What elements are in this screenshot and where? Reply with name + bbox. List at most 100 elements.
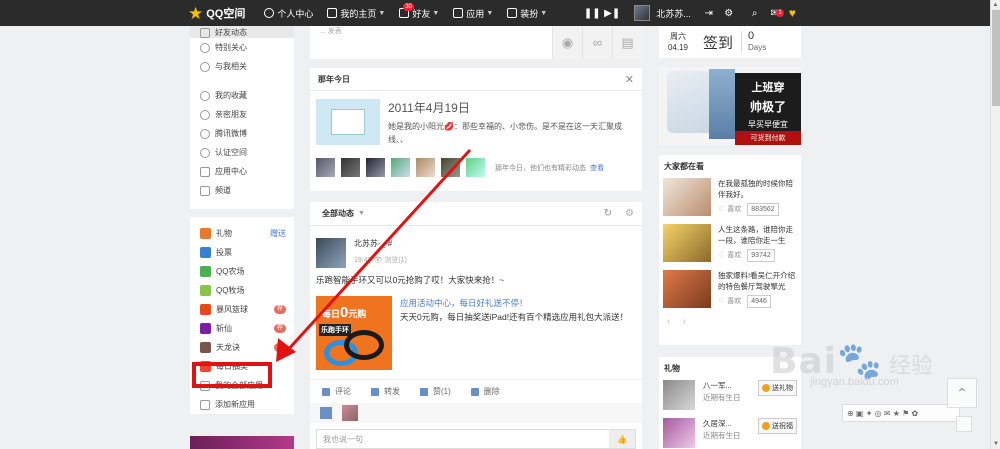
qzone-logo[interactable]: ★ QQ空间 — [188, 0, 245, 26]
heart-icon[interactable]: ♡ — [718, 296, 724, 307]
mail-icon[interactable]: ✉ 1 — [769, 7, 784, 19]
heart-icon[interactable]: ♡ — [718, 250, 724, 261]
page-scrollbar[interactable]: ▲ ▼ — [990, 0, 1000, 449]
feedback-button[interactable] — [956, 416, 972, 432]
popular-thumbnail[interactable] — [663, 224, 711, 262]
note-icon[interactable]: ▤ — [612, 26, 642, 59]
gift-send-link[interactable]: 赠送 — [270, 228, 286, 239]
sidebar-item-zhanxian[interactable]: 斩仙 荐 — [190, 319, 294, 338]
friend-name[interactable]: 久居深... — [703, 418, 741, 430]
post-actions: 评论 转发 赞(1) 删除 — [310, 379, 642, 403]
sidebar-group-main: 好友动态 特别关心 与我相关 我的收藏 亲密朋友 腾讯微博 认证空间 应用中心 … — [190, 26, 294, 209]
sidebar-item-add-app[interactable]: 添加新应用 — [190, 395, 294, 414]
today-body: 2011年4月19日 她是我的小阳光💋：那些幸福的、小悲伤。是不是在这一天汇聚成… — [310, 91, 642, 146]
scroll-down-icon[interactable]: ▼ — [991, 439, 1000, 449]
popular-thumbnail[interactable] — [663, 178, 711, 216]
friend-avatar[interactable] — [391, 158, 410, 177]
sidebar-item-tianlongjue[interactable]: 天龙诀 荐 — [190, 338, 294, 357]
heart-icon[interactable]: ♥ — [789, 6, 796, 20]
sidebar-item-special-care[interactable]: 特别关心 — [190, 38, 294, 57]
delete-button[interactable]: 删除 — [470, 386, 500, 397]
popular-text[interactable]: 独家爆料!看吴仁开介绍的特色餐厅驾驶擎光 — [718, 270, 797, 292]
sidebar-item-favorites[interactable]: 我的收藏 — [190, 86, 294, 105]
nav-my-homepage[interactable]: 我的主页 ▼ — [320, 0, 392, 26]
popular-text[interactable]: 在我最孤独的时候你陪伴我好。 — [718, 178, 797, 200]
sidebar-item-weibo[interactable]: 腾讯微博 — [190, 124, 294, 143]
chevron-down-icon[interactable]: ▼ — [358, 210, 365, 217]
nav-friends[interactable]: 30 好友 ▼ — [392, 0, 446, 26]
avatar[interactable] — [634, 5, 651, 21]
next-track-icon[interactable]: ▶❚ — [604, 7, 620, 19]
promo-image[interactable]: 每日0元购 乐跑手环 — [316, 296, 392, 370]
sidebar-item-vote[interactable]: 投票 — [190, 243, 294, 262]
view-link[interactable]: 查看 — [590, 165, 604, 172]
thumbs-up-icon[interactable]: 👍 — [609, 430, 635, 448]
feed-card: 全部动态 ▼ ↻ ⚙ 北苏苏-_-# 19:43 👁 浏览(1) 乐跑智能手环又可… — [310, 202, 642, 449]
comment-input[interactable]: 我也说一句 👍 — [316, 429, 636, 449]
link-icon[interactable]: ∞ — [582, 26, 612, 59]
sidebar-item-gift[interactable]: 礼物 赠送 — [190, 224, 294, 243]
chevron-right-icon[interactable]: › — [682, 316, 685, 327]
refresh-icon[interactable]: ↻ — [604, 208, 612, 219]
advertisement[interactable]: 上班穿 帅极了 早买早便宜 可货到付款 — [659, 67, 801, 145]
nav-dress-up[interactable]: 装扮 ▼ — [500, 0, 554, 26]
chevron-down-icon: ▼ — [378, 9, 386, 17]
checkin-button[interactable]: 签到 — [703, 32, 733, 53]
pause-icon[interactable]: ❚❚ — [584, 7, 601, 19]
camera-icon[interactable]: ◉ — [552, 26, 582, 59]
sidebar-banner[interactable] — [190, 436, 294, 449]
gear-icon[interactable]: ⚙ — [625, 208, 634, 219]
friend-avatar[interactable] — [416, 158, 435, 177]
view-count[interactable]: 浏览(1) — [384, 257, 407, 264]
nav-personal-center[interactable]: 个人中心 — [257, 0, 320, 26]
heart-icon[interactable]: ♡ — [718, 204, 724, 215]
sidebar-item-channel[interactable]: 频道 — [190, 181, 294, 200]
avatar[interactable] — [316, 238, 346, 268]
top-navigation-bar: ★ QQ空间 个人中心 我的主页 ▼ 30 好友 ▼ 应用 ▼ 装扮 ▼ ❚❚ … — [0, 0, 1000, 26]
like-button[interactable]: 赞(1) — [420, 386, 451, 397]
friend-avatar[interactable] — [663, 418, 695, 448]
sidebar-item-storm-basketball[interactable]: 暴风篮球 荐 — [190, 300, 294, 319]
share-button[interactable]: 转发 — [371, 386, 400, 397]
sidebar-item-qq-farm[interactable]: QQ农场 — [190, 262, 294, 281]
close-icon[interactable]: ✕ — [625, 73, 634, 86]
popular-item[interactable]: 人生这条路，谁陪你走一段，谁陪你走一生 ♡ 喜欢 93742 — [659, 224, 801, 262]
friend-avatar[interactable] — [366, 158, 385, 177]
sidebar-item-feed[interactable]: 好友动态 — [190, 26, 294, 38]
like-label[interactable]: 喜欢 — [727, 296, 741, 307]
popular-thumbnail[interactable] — [663, 270, 711, 308]
sidebar-item-qq-ranch[interactable]: QQ牧场 — [190, 281, 294, 300]
sidebar-item-app-center[interactable]: 应用中心 — [190, 162, 294, 181]
sidebar-item-close-friends[interactable]: 亲密朋友 — [190, 105, 294, 124]
sidebar-item-verified[interactable]: 认证空间 — [190, 143, 294, 162]
back-to-top-button[interactable]: ⌃ — [947, 378, 977, 408]
comment-button[interactable]: 评论 — [322, 386, 351, 397]
gear-icon[interactable]: ⚙ — [723, 7, 735, 19]
friend-name[interactable]: 八一军... — [703, 380, 741, 392]
like-label[interactable]: 喜欢 — [727, 250, 741, 261]
search-icon[interactable]: ⌕ — [749, 7, 761, 19]
sidebar-item-related[interactable]: 与我相关 — [190, 57, 294, 76]
popular-item[interactable]: 独家爆料!看吴仁开介绍的特色餐厅驾驶擎光 ♡ 喜欢 4946 — [659, 270, 801, 308]
username[interactable]: 北苏苏... — [656, 7, 691, 20]
feed-filter[interactable]: 全部动态 — [322, 208, 354, 219]
friend-avatar[interactable] — [316, 158, 335, 177]
scroll-up-icon[interactable]: ▲ — [991, 0, 1000, 10]
popular-text[interactable]: 人生这条路，谁陪你走一段，谁陪你走一生 — [718, 224, 797, 246]
thumbs-up-icon — [320, 407, 332, 419]
friend-avatar[interactable] — [441, 158, 460, 177]
scrollbar-thumb[interactable] — [992, 10, 1000, 106]
logout-icon[interactable]: ⇥ — [703, 7, 715, 19]
friend-avatar[interactable] — [341, 158, 360, 177]
nav-apps[interactable]: 应用 ▼ — [446, 0, 500, 26]
friend-avatar[interactable] — [663, 380, 695, 410]
today-date[interactable]: 2011年4月19日 — [388, 99, 636, 116]
like-label[interactable]: 喜欢 — [727, 204, 741, 215]
popular-item[interactable]: 在我最孤独的时候你陪伴我好。 ♡ 喜欢 883562 — [659, 178, 801, 216]
document-thumbnail[interactable] — [316, 99, 380, 145]
liker-avatar[interactable] — [342, 405, 358, 421]
source-link[interactable]: 应用活动中心，每日好礼送不停！ — [400, 296, 628, 310]
friend-avatar[interactable] — [466, 158, 485, 177]
author-name[interactable]: 北苏苏-_-# — [354, 238, 407, 249]
chevron-left-icon[interactable]: ‹ — [667, 316, 670, 327]
